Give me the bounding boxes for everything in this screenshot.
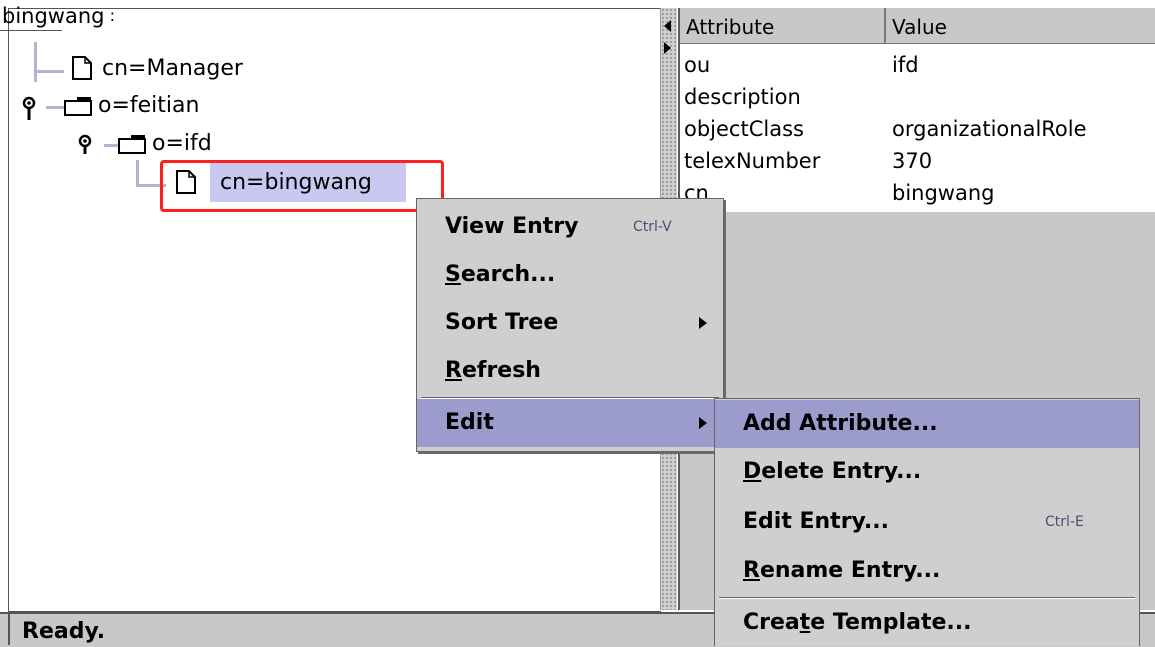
annotation-highlight-box [160, 160, 444, 212]
menu-item-search[interactable]: Search... [417, 251, 723, 299]
collapse-right-icon[interactable] [664, 42, 671, 54]
tab-dots: : [104, 6, 115, 25]
menu-item-refresh[interactable]: Refresh [417, 347, 723, 395]
status-bar-edge [8, 612, 10, 645]
folder-icon [64, 97, 92, 116]
tree-root-label: bingwang [2, 4, 105, 28]
column-header-value[interactable]: Value [886, 8, 1155, 44]
submenu-arrow-icon [699, 417, 707, 429]
table-cell-attribute[interactable]: description [684, 82, 884, 112]
table-cell-attribute[interactable]: ou [684, 50, 884, 80]
tree-line [46, 106, 64, 109]
column-header-attribute[interactable]: Attribute [680, 8, 886, 44]
document-icon [72, 56, 92, 80]
tree-node-ifd[interactable]: o=ifd [152, 131, 212, 157]
tree-node-manager[interactable]: cn=Manager [102, 56, 243, 82]
edit-submenu: Add Attribute... Delete Entry... Edit En… [714, 398, 1140, 646]
menu-item-delete-entry[interactable]: Delete Entry... [715, 448, 1139, 496]
table-cell-value[interactable]: organizationalRole [892, 114, 1155, 144]
tab-underline [0, 30, 62, 31]
menu-item-rename-entry[interactable]: Rename Entry... [715, 547, 1139, 595]
shortcut-label: Ctrl-E [1045, 514, 1084, 530]
tree-line [104, 144, 118, 147]
tree-node-feitian[interactable]: o=feitian [98, 93, 199, 119]
status-text: Ready. [22, 619, 106, 644]
shortcut-label: Ctrl-V [633, 219, 672, 235]
table-cell-value[interactable]: 370 [892, 146, 1155, 176]
menu-item-view-entry[interactable]: View Entry Ctrl-V [417, 203, 723, 251]
submenu-arrow-icon [699, 317, 707, 329]
menu-item-create-template[interactable]: Create Template... [715, 599, 1139, 647]
table-cell-attribute[interactable]: telexNumber [684, 146, 884, 176]
tree-line [34, 42, 37, 82]
menu-item-sort-tree[interactable]: Sort Tree [417, 299, 723, 347]
table-cell-value[interactable]: ifd [892, 50, 1155, 80]
tree-root-tab[interactable]: bingwang : [0, 4, 117, 28]
menu-item-add-attribute[interactable]: Add Attribute... [715, 400, 1139, 448]
tree-context-menu: View Entry Ctrl-V Search... Sort Tree Re… [416, 198, 724, 452]
table-cell-value[interactable]: bingwang [892, 178, 1155, 208]
folder-icon [118, 135, 146, 154]
tree-line [34, 70, 64, 73]
menu-item-edit-entry[interactable]: Edit Entry... Ctrl-E [715, 498, 1139, 546]
table-cell-attribute[interactable]: objectClass [684, 114, 884, 144]
tree-line [136, 160, 139, 186]
collapse-left-icon[interactable] [664, 20, 671, 32]
expand-toggle-icon[interactable] [22, 96, 36, 122]
expand-toggle-icon[interactable] [78, 134, 92, 160]
menu-item-edit[interactable]: Edit [417, 399, 723, 447]
